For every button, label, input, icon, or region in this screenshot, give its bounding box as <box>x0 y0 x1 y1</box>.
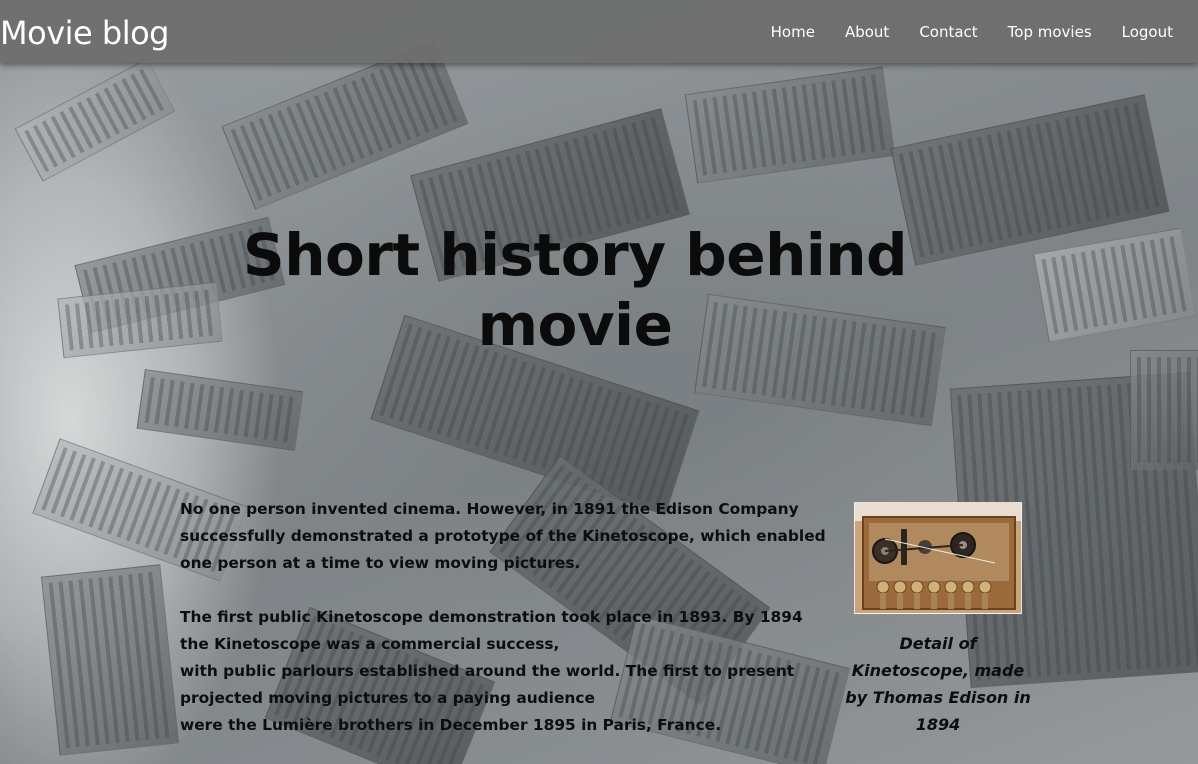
article-paragraph-line: with public parlours established around … <box>180 662 795 707</box>
site-brand[interactable]: Movie blog <box>0 13 169 53</box>
nav-link-top-movies[interactable]: Top movies <box>993 23 1107 41</box>
article-paragraph-line: The first public Kinetoscope demonstrati… <box>180 608 803 653</box>
figure-caption: Detail of Kinetoscope, made by Thomas Ed… <box>845 634 1031 734</box>
nav-link-contact[interactable]: Contact <box>904 23 992 41</box>
top-navbar: Movie blog Home About Contact Top movies… <box>0 0 1198 63</box>
article-paragraph-line: were the Lumière brothers in December 18… <box>180 716 722 734</box>
nav-link-about[interactable]: About <box>830 23 904 41</box>
article-body: No one person invented cinema. However, … <box>180 496 830 739</box>
nav-link-logout[interactable]: Logout <box>1107 23 1188 41</box>
kinetoscope-image <box>854 502 1022 614</box>
page-title: Short history behind movie <box>242 221 908 359</box>
article-paragraph: No one person invented cinema. However, … <box>180 500 826 572</box>
main-nav: Home About Contact Top movies Logout <box>756 0 1188 63</box>
nav-link-home[interactable]: Home <box>756 23 830 41</box>
kinetoscope-figure: Detail of Kinetoscope, made by Thomas Ed… <box>845 502 1031 734</box>
